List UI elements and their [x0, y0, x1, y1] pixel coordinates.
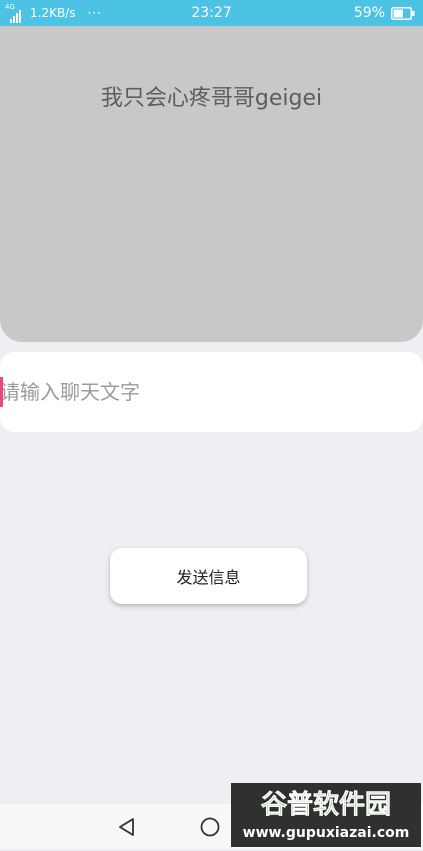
received-message: 我只会心疼哥哥geigei — [100, 86, 323, 111]
chat-input[interactable] — [0, 352, 420, 432]
chat-input-card[interactable] — [0, 352, 423, 432]
message-display-card: 我只会心疼哥哥geigei — [0, 26, 423, 342]
battery-icon — [391, 6, 415, 20]
home-circle-icon[interactable] — [197, 814, 223, 840]
svg-text:www.gupuxiazai.com: www.gupuxiazai.com — [243, 825, 410, 841]
text-cursor — [0, 377, 3, 407]
battery-fill — [393, 9, 403, 17]
watermark-logo: 谷普软件园 www.gupuxiazai.com — [231, 783, 421, 847]
back-triangle-icon[interactable] — [114, 814, 140, 840]
status-right: 59% — [354, 0, 415, 26]
svg-text:谷普软件园: 谷普软件园 — [261, 789, 391, 820]
battery-percent: 59% — [353, 5, 385, 21]
status-bar: 4G 1.2KB/s ··· 23:27 59% — [0, 0, 423, 26]
send-message-button[interactable]: 发送信息 — [110, 548, 307, 604]
